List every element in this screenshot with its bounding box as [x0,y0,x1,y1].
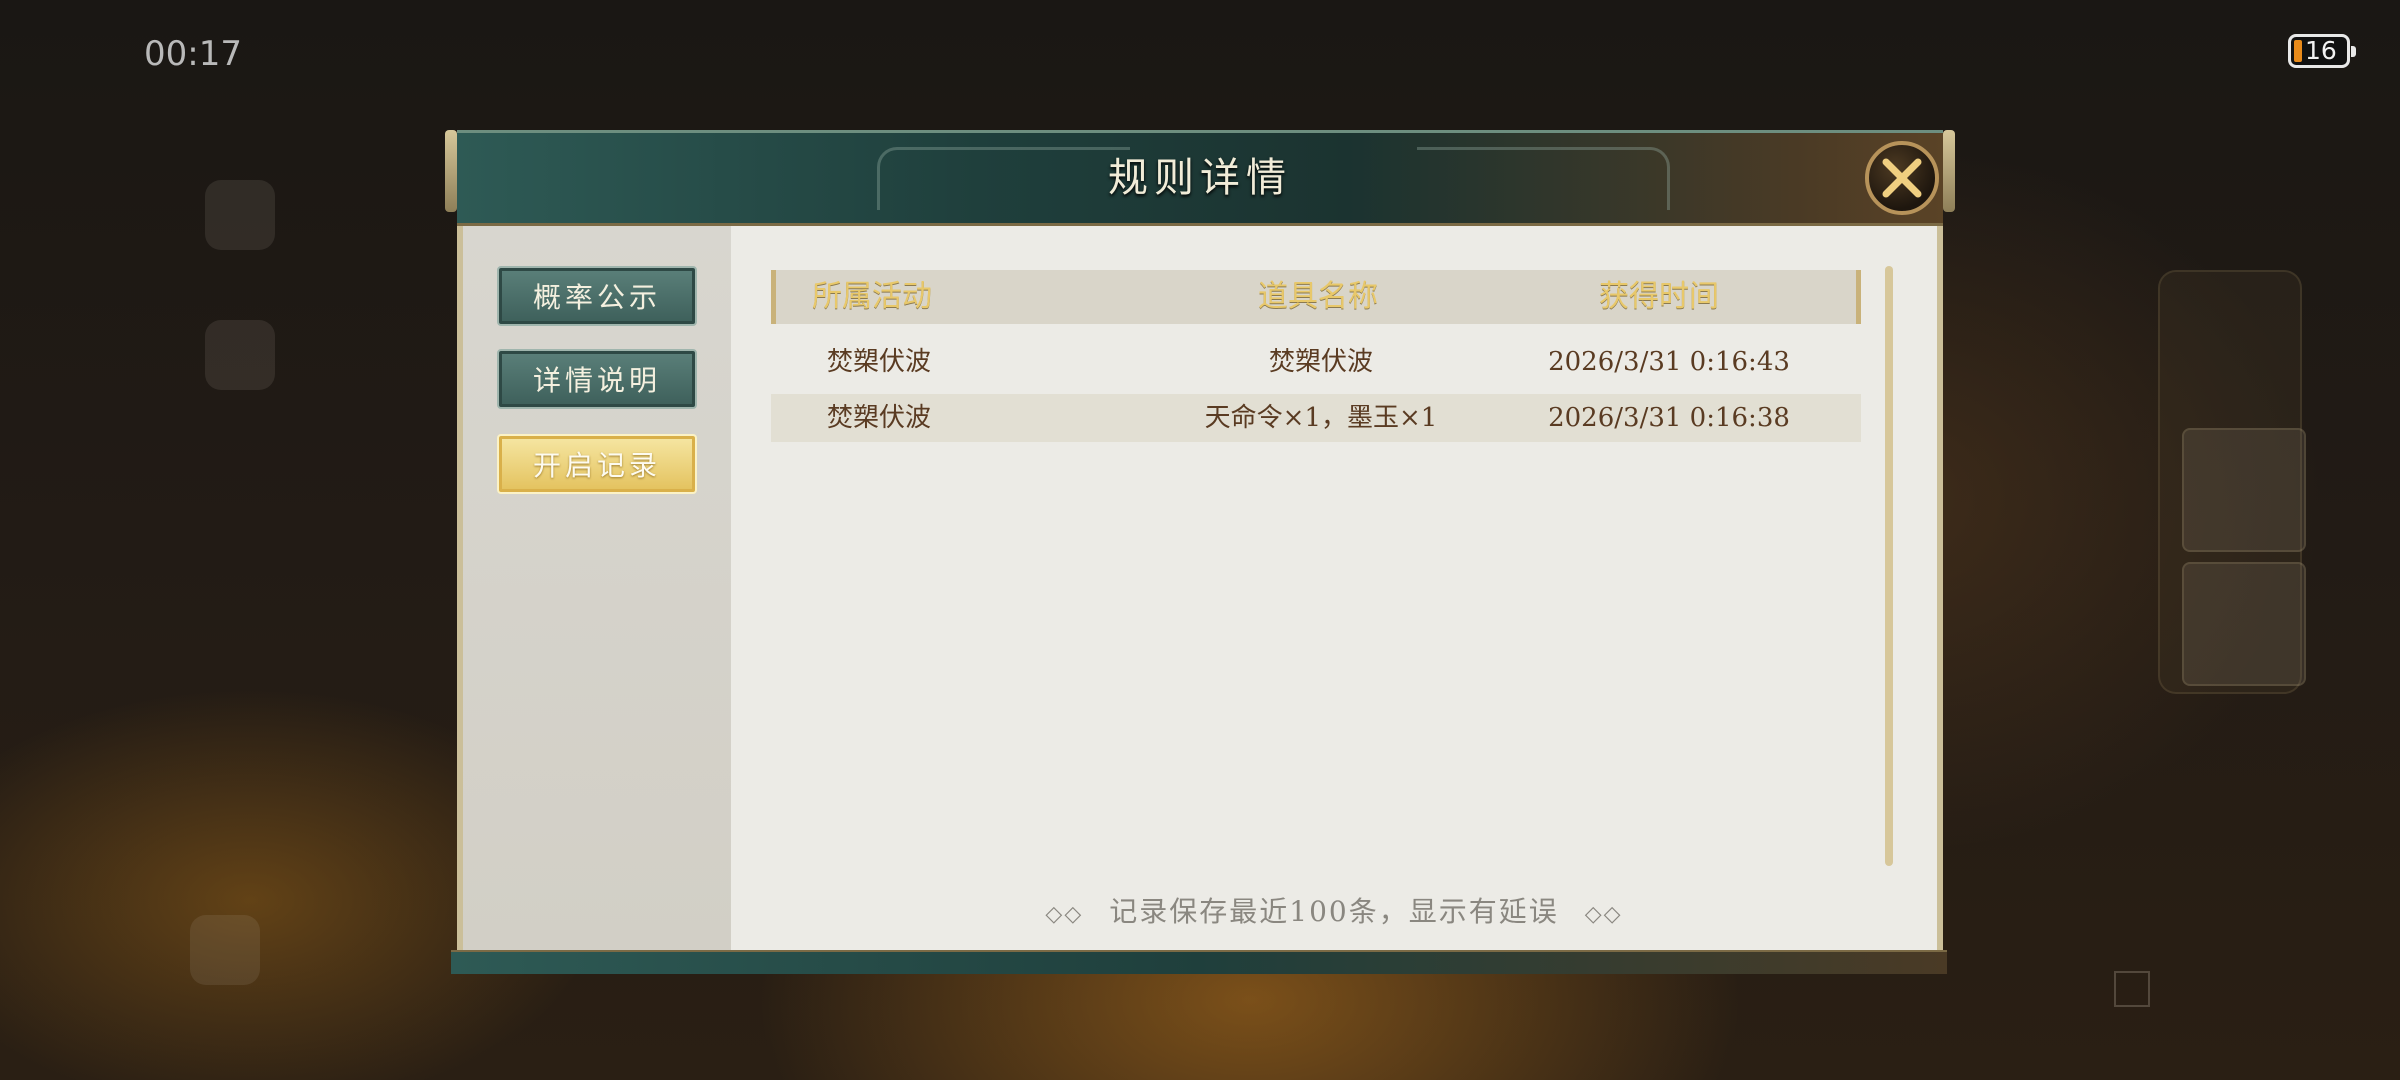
close-button[interactable] [1865,141,1939,215]
background-skip-animation [2114,970,2168,1007]
battery-cap [2351,46,2356,57]
background-bottom-left-icon [190,915,260,985]
records-content: 所属活动 道具名称 获得时间 焚槊伏波 焚槊伏波 2026/3/31 0:16:… [731,226,1937,951]
countdown-timer: 00:17 [144,34,242,74]
row-time: 2026/3/31 0:16:38 [1548,403,1790,433]
background-avatar-slot [2182,428,2306,552]
close-x-icon [1882,158,1922,198]
dialog-title: 规则详情 [1108,155,1292,201]
dialog-bottom-bar [451,950,1947,974]
row-activity: 焚槊伏波 [827,347,932,377]
battery-fill [2294,40,2302,62]
row-item: 焚槊伏波 [1268,347,1373,377]
tab-details[interactable]: 详情说明 [497,349,697,409]
battery-level: 16 [2305,36,2337,65]
records-scrollbar[interactable] [1885,266,1893,866]
tab-open-records[interactable]: 开启记录 [497,434,697,494]
table-row: 焚槊伏波 焚槊伏波 2026/3/31 0:16:43 [771,338,1861,386]
background-shop-icon [205,180,275,250]
tab-probability[interactable]: 概率公示 [497,266,697,326]
background-record-icon [205,320,275,390]
background-skip-checkbox [2114,971,2150,1007]
column-header-time: 获得时间 [1599,279,1719,314]
table-row: 焚槊伏波 天命令×1，墨玉×1 2026/3/31 0:16:38 [771,394,1861,442]
background-card-slot [2182,562,2306,686]
tab-sidebar: 概率公示 详情说明 开启记录 [463,226,731,951]
row-time: 2026/3/31 0:16:43 [1548,347,1790,377]
row-activity: 焚槊伏波 [827,403,932,433]
footer-note: ◇◇ 记录保存最近100条，显示有延误 ◇◇ [731,890,1937,930]
dialog-body: 概率公示 详情说明 开启记录 所属活动 道具名称 获得时间 焚槊伏波 焚槊伏波 … [457,226,1943,951]
scroll-rod-right [1943,130,1955,212]
double-diamond-icon: ◇◇ [1584,902,1623,927]
column-header-item: 道具名称 [1258,279,1378,314]
double-diamond-icon: ◇◇ [1045,902,1084,927]
rules-detail-dialog: 规则详情 概率公示 详情说明 开启记录 所属活动 道具名称 获得时间 焚槊伏波 … [445,130,1955,975]
battery-indicator: 16 [2288,34,2356,68]
row-item: 天命令×1，墨玉×1 [1204,403,1438,433]
table-header: 所属活动 道具名称 获得时间 [771,270,1861,324]
column-header-activity: 所属活动 [812,279,932,314]
dialog-header: 规则详情 [457,130,1943,226]
scroll-rod-left [445,130,457,212]
footer-note-text: 记录保存最近100条，显示有延误 [1109,895,1559,928]
